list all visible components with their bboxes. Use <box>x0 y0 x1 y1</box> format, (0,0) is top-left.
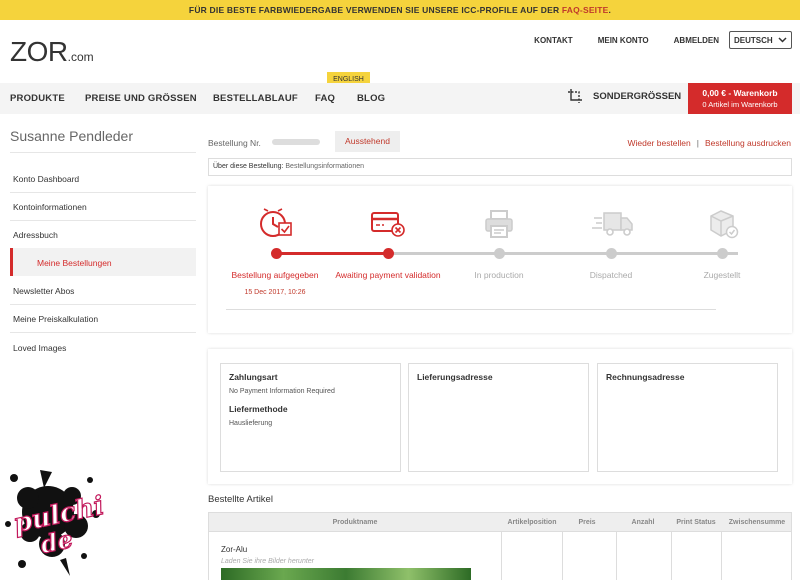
nav-produkte[interactable]: PRODUKTE <box>10 93 65 104</box>
table-row: Zor-Alu Laden Sie ihre Bilder herunter <box>208 532 792 580</box>
actions-separator: | <box>696 138 699 148</box>
top-banner: FÜR DIE BESTE FARBWIEDERGABE VERWENDEN S… <box>0 0 800 20</box>
sidebar-divider <box>10 304 196 305</box>
sondergroessen-link[interactable]: SONDERGRÖSSEN <box>567 88 681 104</box>
sidebar-divider <box>10 152 196 153</box>
payment-heading: Zahlungsart <box>229 372 278 382</box>
delivery-heading: Liefermethode <box>229 404 288 414</box>
chevron-down-icon <box>778 37 787 43</box>
items-table-header: Produktname Artikelposition Preis Anzahl… <box>208 512 792 532</box>
sidebar-divider <box>10 220 196 221</box>
package-delivered-icon <box>710 210 739 239</box>
sidebar-item-newsletter[interactable]: Newsletter Abos <box>13 286 74 296</box>
col-divider <box>501 532 502 580</box>
step-label-delivered: Zugestellt <box>703 270 741 280</box>
truck-icon <box>592 212 633 236</box>
language-value: DEUTSCH <box>734 35 773 45</box>
order-number-label: Bestellung Nr. <box>208 138 261 148</box>
payment-card-icon <box>371 212 405 237</box>
kontakt-link[interactable]: KONTAKT <box>534 36 573 45</box>
faq-link[interactable]: FAQ-SEITE <box>562 5 609 15</box>
sidebar-divider <box>10 192 196 193</box>
sidebar-item-preiskalkulation[interactable]: Meine Preiskalkulation <box>13 314 98 324</box>
col-produktname: Produktname <box>332 519 378 526</box>
order-info-tabs: Über diese Bestellung: Bestellungsinform… <box>208 158 792 176</box>
step-dot-production <box>494 248 505 259</box>
nav-bestellablauf[interactable]: BESTELLABLAUF <box>213 93 298 104</box>
clock-check-icon <box>260 208 292 237</box>
shipping-heading: Lieferungsadresse <box>417 372 493 382</box>
ordered-items-heading: Bestellte Artikel <box>208 494 273 505</box>
product-thumbnail <box>221 568 471 580</box>
cart-total: 0,00 € - Warenkorb <box>702 88 778 98</box>
sidebar-item-dashboard[interactable]: Konto Dashboard <box>13 174 79 184</box>
step-date-placed: 15 Dec 2017, 10:26 <box>244 289 306 296</box>
abmelden-link[interactable]: ABMELDEN <box>674 36 719 45</box>
logo-main: ZOR <box>10 36 68 67</box>
order-number-redacted <box>272 139 320 145</box>
watermark-logo: pulchi de <box>5 470 107 576</box>
account-username: Susanne Pendleder <box>10 128 133 144</box>
step-label-placed: Bestellung aufgegeben <box>231 270 319 280</box>
col-artikelposition: Artikelposition <box>507 519 557 526</box>
banner-text: FÜR DIE BESTE FARBWIEDERGABE VERWENDEN S… <box>188 5 562 15</box>
nav-blog[interactable]: BLOG <box>357 93 385 104</box>
language-select[interactable]: DEUTSCH <box>729 31 792 49</box>
col-divider <box>721 532 722 580</box>
watermark-text-de: de <box>38 524 75 559</box>
sondergroessen-label: SONDERGRÖSSEN <box>593 90 682 102</box>
payment-value: No Payment Information Required <box>229 388 335 395</box>
sidebar-item-bestellungen[interactable]: Meine Bestellungen <box>10 248 196 276</box>
banner-end: . <box>608 5 612 15</box>
print-order-link[interactable]: Bestellung ausdrucken <box>705 138 791 148</box>
billing-address-box: Rechnungsadresse <box>597 363 778 472</box>
mein-konto-link[interactable]: MEIN KONTO <box>598 36 649 45</box>
reorder-link[interactable]: Wieder bestellen <box>627 138 690 148</box>
payment-box: Zahlungsart No Payment Information Requi… <box>220 363 401 472</box>
tracking-divider <box>226 309 716 310</box>
sidebar-item-loved-images[interactable]: Loved Images <box>13 343 66 353</box>
step-dot-payment <box>383 248 394 259</box>
order-tracking-card: Bestellung aufgegeben 15 Dec 2017, 10:26… <box>208 186 792 333</box>
step-dot-dispatched <box>606 248 617 259</box>
col-preis: Preis <box>578 519 596 526</box>
step-label-production: In production <box>474 270 524 280</box>
cart-count: 0 Artikel im Warenkorb <box>702 100 778 109</box>
sidebar-item-kontoinformationen[interactable]: Kontoinformationen <box>13 202 87 212</box>
col-print-status: Print Status <box>676 519 716 526</box>
col-anzahl: Anzahl <box>631 519 655 526</box>
step-label-payment: Awaiting payment validation <box>335 270 441 280</box>
order-actions: Wieder bestellen | Bestellung ausdrucken <box>627 138 791 148</box>
sidebar-item-label: Meine Bestellungen <box>37 258 112 268</box>
col-divider <box>671 532 672 580</box>
crop-icon <box>568 89 582 103</box>
col-divider <box>562 532 563 580</box>
top-nav: KONTAKT MEIN KONTO ABMELDEN DEUTSCH <box>534 31 792 49</box>
nav-faq[interactable]: FAQ <box>315 93 335 104</box>
progress-line-pending <box>388 252 738 255</box>
step-dot-delivered <box>717 248 728 259</box>
download-images-link[interactable]: Laden Sie ihre Bilder herunter <box>221 558 314 565</box>
order-info-label: Über diese Bestellung: <box>213 163 284 170</box>
billing-heading: Rechnungsadresse <box>606 372 685 382</box>
col-zwischensumme: Zwischensumme <box>728 519 786 526</box>
sidebar-divider <box>10 332 196 333</box>
step-dot-placed <box>271 248 282 259</box>
logo-suffix: .com <box>67 50 94 64</box>
col-divider <box>616 532 617 580</box>
step-label-dispatched: Dispatched <box>589 270 633 280</box>
status-badge: Ausstehend <box>335 131 400 152</box>
cart-button[interactable]: 0,00 € - Warenkorb 0 Artikel im Warenkor… <box>688 83 792 114</box>
delivery-value: Hauslieferung <box>229 420 273 427</box>
progress-line-done <box>276 252 388 255</box>
order-info-tab[interactable]: Bestellungsinformationen <box>285 163 364 170</box>
sidebar-item-adressbuch[interactable]: Adressbuch <box>13 230 58 240</box>
product-name: Zor-Alu <box>221 545 248 554</box>
nav-preise[interactable]: PREISE UND GRÖSSEN <box>85 93 197 104</box>
shipping-address-box: Lieferungsadresse <box>408 363 589 472</box>
printer-icon <box>485 210 513 238</box>
site-logo[interactable]: ZOR.com <box>10 36 94 68</box>
